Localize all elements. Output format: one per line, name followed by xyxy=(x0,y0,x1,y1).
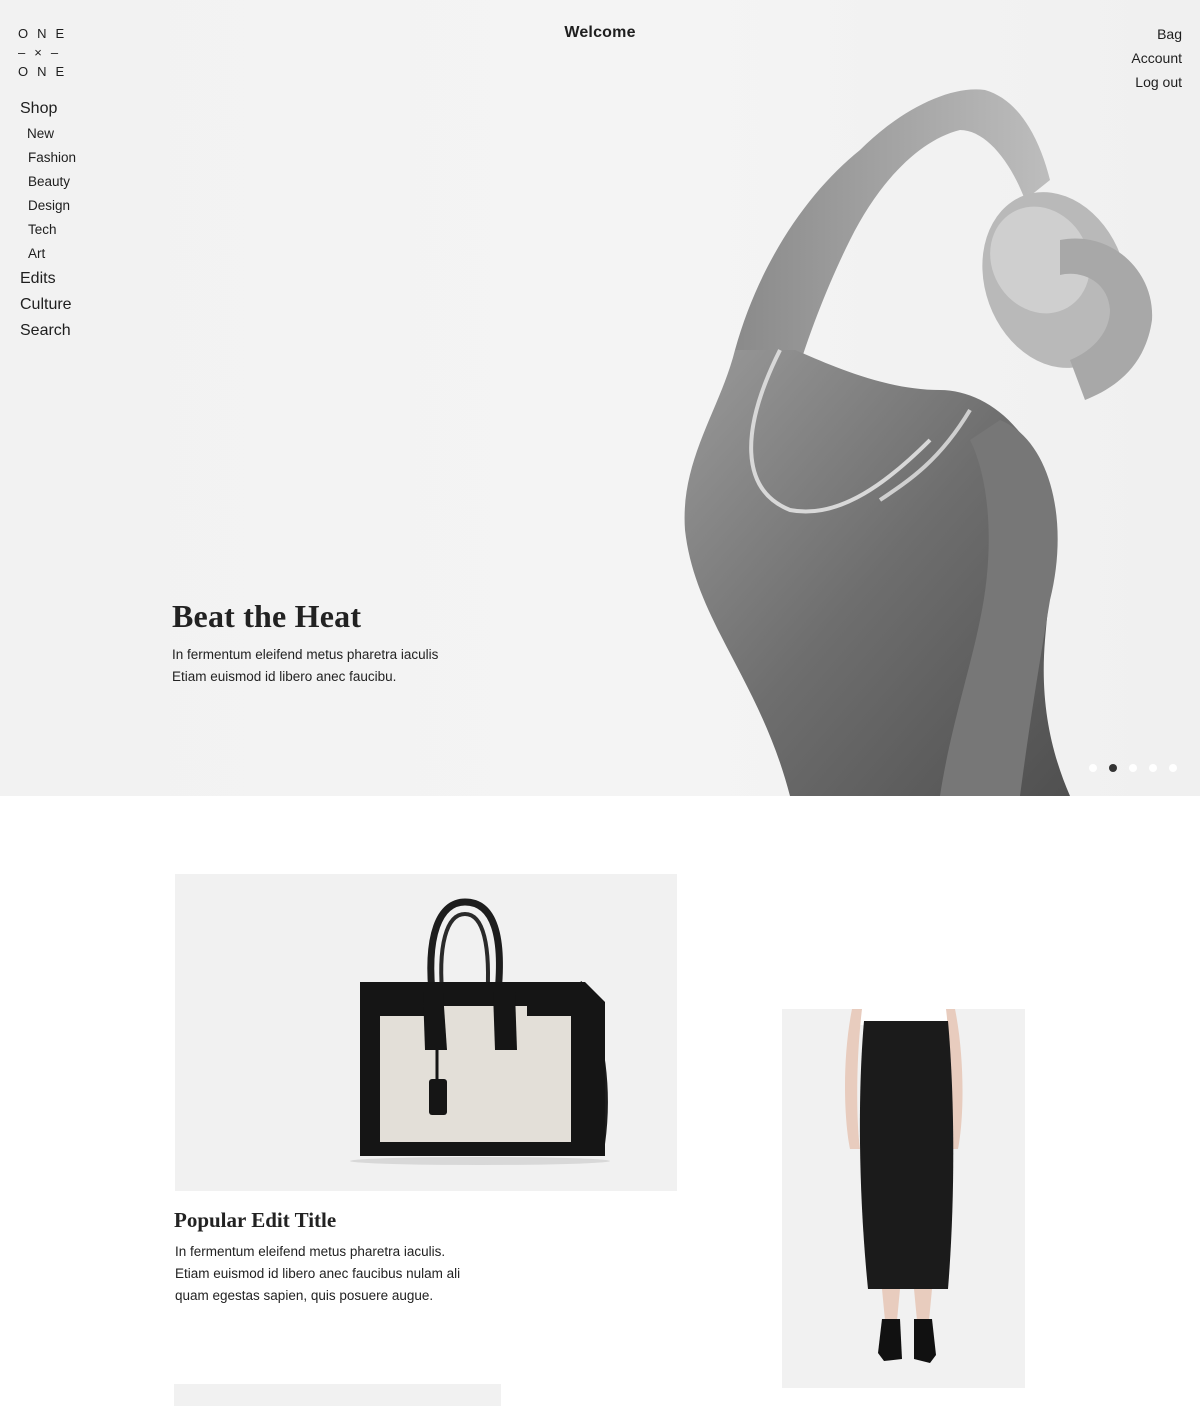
nav-shop-art[interactable]: Art xyxy=(20,242,76,266)
logo-line-2: –×– xyxy=(18,45,68,60)
hero-dancer-image xyxy=(684,89,1153,796)
hero-description-line-1: In fermentum eleifend metus pharetra iac… xyxy=(172,647,439,662)
hero-description-line-2: Etiam euismod id libero anec faucibu. xyxy=(172,669,397,684)
edit-title[interactable]: Popular Edit Title xyxy=(174,1208,336,1233)
main-navigation: Shop New Fashion Beauty Design Tech Art … xyxy=(20,96,76,344)
hero-title: Beat the Heat xyxy=(172,598,362,634)
welcome-header: Welcome xyxy=(0,24,1200,42)
nav-shop-tech[interactable]: Tech xyxy=(20,218,76,242)
edit-card-image[interactable] xyxy=(175,874,677,1191)
account-link[interactable]: Account xyxy=(1131,46,1182,70)
nav-search[interactable]: Search xyxy=(20,318,76,344)
hero-banner: ONE –×– ONE Shop New Fashion Beauty Desi… xyxy=(0,0,1200,796)
handbag-image xyxy=(350,898,610,1165)
slider-dot-4[interactable] xyxy=(1149,764,1157,772)
logo-line-3: ONE xyxy=(18,64,74,79)
slider-dot-1[interactable] xyxy=(1089,764,1097,772)
skirt-card-image[interactable] xyxy=(782,1009,1025,1388)
logout-link[interactable]: Log out xyxy=(1131,70,1182,94)
nav-edits[interactable]: Edits xyxy=(20,266,76,292)
next-card-image[interactable] xyxy=(174,1384,501,1406)
welcome-text: Welcome xyxy=(564,24,636,41)
edit-description: In fermentum eleifend metus pharetra iac… xyxy=(175,1241,505,1307)
slider-dot-2[interactable] xyxy=(1109,764,1117,772)
slider-dot-5[interactable] xyxy=(1169,764,1177,772)
slider-dots xyxy=(1089,764,1177,772)
slider-dot-3[interactable] xyxy=(1129,764,1137,772)
bag-link[interactable]: Bag xyxy=(1131,22,1182,46)
nav-shop-fashion[interactable]: Fashion xyxy=(20,146,76,170)
nav-shop[interactable]: Shop xyxy=(20,96,76,122)
hero-description: In fermentum eleifend metus pharetra iac… xyxy=(172,644,492,688)
account-navigation: Bag Account Log out xyxy=(1131,22,1182,94)
edit-description-line-3: quam egestas sapien, quis posuere augue. xyxy=(175,1288,434,1303)
nav-shop-beauty[interactable]: Beauty xyxy=(20,170,76,194)
nav-culture[interactable]: Culture xyxy=(20,292,76,318)
skirt-image xyxy=(845,1009,963,1363)
edit-description-line-1: In fermentum eleifend metus pharetra iac… xyxy=(175,1244,446,1259)
nav-shop-new[interactable]: New xyxy=(20,122,76,146)
nav-shop-design[interactable]: Design xyxy=(20,194,76,218)
edit-description-line-2: Etiam euismod id libero anec faucibus nu… xyxy=(175,1266,461,1281)
